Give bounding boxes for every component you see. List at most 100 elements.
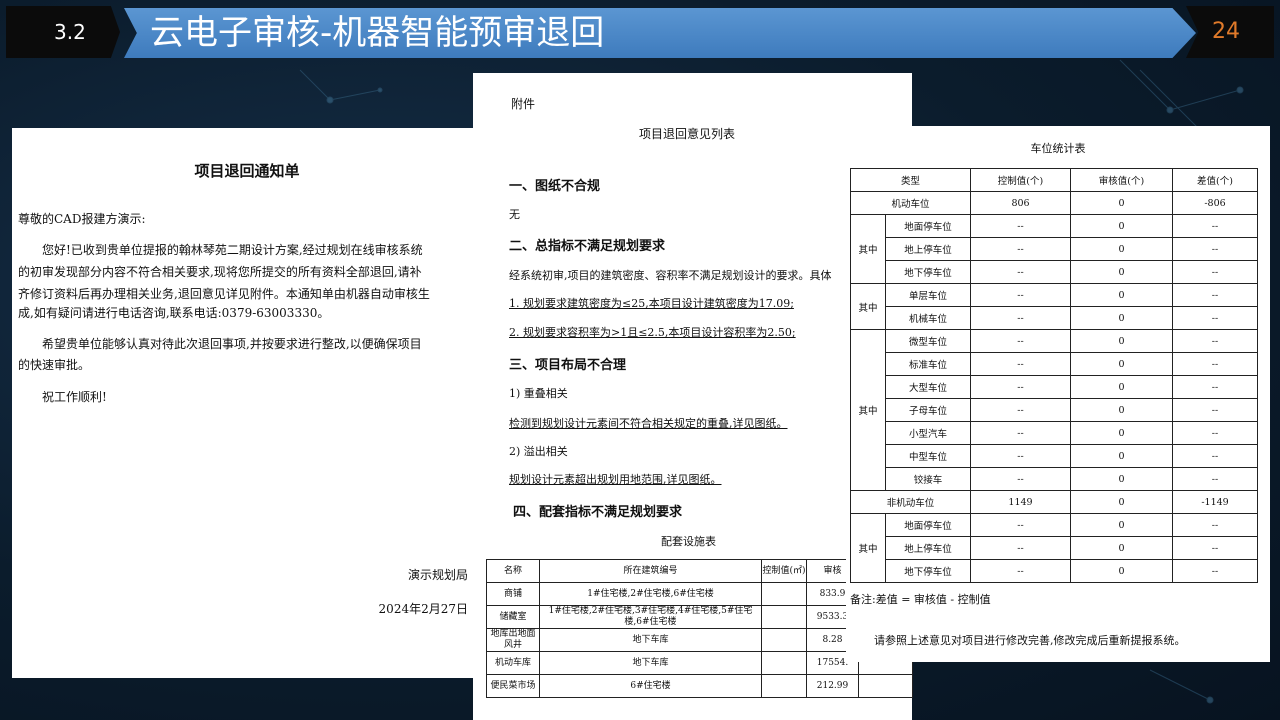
notice-para1-line2: 的初审发现部分内容不符合相关要求,现将您所提交的所有资料全部退回,请补 (18, 265, 422, 279)
facility-cell: 1#住宅楼,2#住宅楼,3#住宅楼,4#住宅楼,5#住宅楼,6#住宅楼 (539, 605, 762, 629)
facility-cell: 商铺 (486, 582, 540, 606)
section-3-sub-2: 2) 溢出相关 (509, 445, 568, 458)
parking-diff: -- (1172, 398, 1259, 422)
page-number: 24 (1212, 19, 1240, 44)
facility-header-building: 所在建筑编号 (539, 559, 762, 583)
parking-group: 其中 (850, 513, 886, 583)
parking-type: 子母车位 (884, 398, 972, 422)
parking-diff: -806 (1172, 191, 1259, 215)
parking-document: 车位统计表 类型 控制值(个) 审核值(个) 差值(个) 机动车位 806 0 -806 其中地… (846, 126, 1270, 662)
facility-header-name: 名称 (486, 559, 540, 583)
notice-para1-line4: 成,如有疑问请进行电话咨询,联系电话:0379-63003330。 (18, 306, 330, 320)
parking-type: 地下停车位 (884, 559, 972, 583)
parking-review: 0 (1070, 421, 1174, 445)
notice-document: 项目退回通知单 尊敬的CAD报建方演示: 您好!已收到贵单位提报的翰林琴苑二期设… (12, 128, 482, 678)
parking-diff: -- (1172, 214, 1259, 238)
parking-review: 0 (1070, 444, 1174, 468)
parking-note: 备注:差值 = 审核值 - 控制值 (850, 593, 991, 606)
parking-type: 标准车位 (884, 352, 972, 376)
section-1-heading: 一、图纸不合规 (509, 179, 601, 194)
facility-header-control: 控制值(㎡) (761, 559, 807, 583)
notice-para1-line3: 齐修订资料后再办理相关业务,退回意见详见附件。本通知单由机器自动审核生 (18, 287, 430, 301)
facility-cell (761, 582, 807, 606)
section-3-sub-2-body: 规划设计元素超出规划用地范围,详见图纸。 (509, 473, 722, 486)
parking-type: 单层车位 (884, 283, 972, 307)
table-row: 非机动车位 1149 0 -1149 (849, 490, 1259, 514)
parking-control: -- (970, 260, 1072, 284)
table-row: 其中 微型车位 -- 0 -- (850, 329, 1259, 491)
section-3-sub-1: 1) 重叠相关 (509, 387, 568, 400)
parking-table: 类型 控制值(个) 审核值(个) 差值(个) 机动车位 806 0 -806 其中 地面停车位 --… (849, 168, 1259, 583)
section-number: 3.2 (6, 6, 120, 58)
table-row: 便民菜市场 6#住宅楼 212.99 (486, 674, 913, 698)
parking-diff: -- (1172, 421, 1259, 445)
parking-type: 地下停车位 (884, 260, 972, 284)
section-2-heading: 二、总指标不满足规划要求 (509, 239, 666, 254)
parking-control: -- (970, 559, 1072, 583)
table-row: 机动车位 806 0 -806 (849, 191, 1259, 215)
section-3-sub-1-body: 检测到规划设计元素间不符合相关规定的重叠,详见图纸。 (509, 417, 788, 430)
parking-control: -- (970, 283, 1072, 307)
notice-title: 项目退回通知单 (194, 162, 300, 180)
parking-diff: -- (1172, 467, 1259, 491)
slide-title: 云电子审核-机器智能预审退回 (150, 13, 605, 53)
section-2-item-2: 2. 规划要求容积率为>1且≤2.5,本项目设计容积率为2.50; (509, 326, 796, 339)
notice-para2-line1: 希望贵单位能够认真对待此次退回事项,并按要求进行整改,以便确保项目 (42, 337, 422, 351)
notice-org: 演示规划局 (407, 568, 468, 582)
parking-diff: -- (1172, 352, 1259, 376)
table-row: 中型车位 -- 0 -- (851, 444, 1259, 468)
parking-diff: -1149 (1172, 490, 1259, 514)
parking-control: -- (970, 467, 1072, 491)
parking-diff: -- (1172, 283, 1259, 307)
parking-control: -- (970, 306, 1072, 330)
parking-review: 0 (1070, 260, 1174, 284)
parking-control: -- (970, 214, 1072, 238)
parking-control: -- (970, 421, 1072, 445)
parking-control: 1149 (970, 490, 1072, 514)
table-row: 子母车位 -- 0 -- (851, 398, 1259, 422)
facility-cell: 机动车库 (486, 651, 540, 675)
parking-review: 0 (1070, 352, 1174, 376)
parking-header-diff: 差值(个) (1172, 168, 1259, 192)
parking-type: 机动车位 (849, 191, 972, 215)
table-row: 其中 单层车位 -- 0 -- (850, 283, 1259, 330)
parking-diff: -- (1172, 513, 1259, 537)
table-row: 地上停车位 -- 0 -- (851, 536, 1259, 560)
parking-group: 其中 (850, 214, 886, 284)
parking-type: 大型车位 (884, 375, 972, 399)
parking-review: 0 (1070, 329, 1174, 353)
table-row: 机械车位 -- 0 -- (851, 306, 1259, 330)
parking-diff: -- (1172, 329, 1259, 353)
notice-para1-line1: 您好!已收到贵单位提报的翰林琴苑二期设计方案,经过规划在线审核系统 (42, 243, 423, 257)
section-4-heading: 四、配套指标不满足规划要求 (513, 505, 683, 520)
parking-control: -- (970, 329, 1072, 353)
parking-review: 0 (1070, 237, 1174, 261)
section-3-heading: 三、项目布局不合理 (509, 358, 627, 373)
parking-review: 0 (1070, 375, 1174, 399)
table-row: 铰接车 -- 0 -- (851, 467, 1259, 491)
parking-control: 806 (970, 191, 1072, 215)
parking-diff: -- (1172, 375, 1259, 399)
parking-type: 铰接车 (884, 467, 972, 491)
parking-diff: -- (1172, 536, 1259, 560)
facility-cell (761, 674, 807, 698)
notice-date: 2024年2月27日 (378, 602, 468, 616)
parking-review: 0 (1070, 559, 1174, 583)
parking-review: 0 (1070, 306, 1174, 330)
facility-cell: 地下车库 (539, 628, 762, 652)
parking-review: 0 (1070, 536, 1174, 560)
table-row: 地下停车位 -- 0 -- (851, 260, 1259, 284)
parking-control: -- (970, 237, 1072, 261)
parking-group: 其中 (850, 329, 886, 491)
table-row: 地下停车位 -- 0 -- (851, 559, 1259, 583)
parking-type: 机械车位 (884, 306, 972, 330)
facility-cell (761, 628, 807, 652)
parking-control: -- (970, 398, 1072, 422)
parking-group: 其中 (850, 283, 886, 330)
parking-diff: -- (1172, 260, 1259, 284)
notice-para2-line2: 的快速审批。 (18, 358, 91, 372)
parking-diff: -- (1172, 306, 1259, 330)
parking-type: 地面停车位 (884, 513, 972, 537)
parking-type: 地上停车位 (884, 536, 972, 560)
notice-salutation: 尊敬的CAD报建方演示: (18, 212, 146, 226)
